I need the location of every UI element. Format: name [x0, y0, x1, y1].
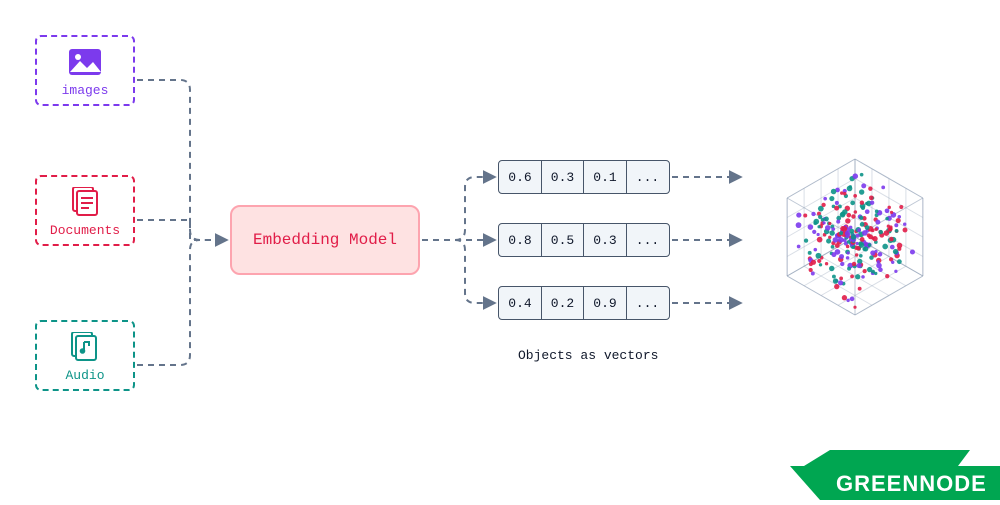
brand-text: GREENNODE — [836, 471, 987, 496]
vector-row: 0.8 0.5 0.3 ... — [498, 223, 670, 257]
vector-row: 0.6 0.3 0.1 ... — [498, 160, 670, 194]
embedding-model-box: Embedding Model — [230, 205, 420, 275]
vector-cell: 0.8 — [498, 223, 542, 257]
input-audio-box: Audio — [35, 320, 135, 391]
input-audio-label: Audio — [65, 368, 104, 383]
vector-cell: ... — [626, 223, 670, 257]
input-documents-label: Documents — [50, 223, 120, 238]
vector-space-3d — [740, 95, 970, 365]
input-images-label: images — [62, 83, 109, 98]
input-images-box: images — [35, 35, 135, 106]
vector-cell: 0.3 — [541, 160, 585, 194]
vector-cell: 0.3 — [583, 223, 627, 257]
diagram-canvas: images Documents Audio Emb — [0, 0, 1000, 500]
vector-cell: 0.1 — [583, 160, 627, 194]
vector-cell: 0.6 — [498, 160, 542, 194]
brand-logo: GREENNODE — [790, 450, 1000, 500]
vector-cell: 0.4 — [498, 286, 542, 320]
vector-row: 0.4 0.2 0.9 ... — [498, 286, 670, 320]
vectors-caption: Objects as vectors — [518, 348, 658, 363]
vector-cell: ... — [626, 160, 670, 194]
music-file-icon — [67, 332, 103, 362]
input-documents-box: Documents — [35, 175, 135, 246]
vector-cell: 0.5 — [541, 223, 585, 257]
image-icon — [67, 47, 103, 77]
vector-cell: ... — [626, 286, 670, 320]
document-stack-icon — [67, 187, 103, 217]
vector-cell: 0.9 — [583, 286, 627, 320]
embedding-model-label: Embedding Model — [253, 231, 397, 249]
vector-cell: 0.2 — [541, 286, 585, 320]
